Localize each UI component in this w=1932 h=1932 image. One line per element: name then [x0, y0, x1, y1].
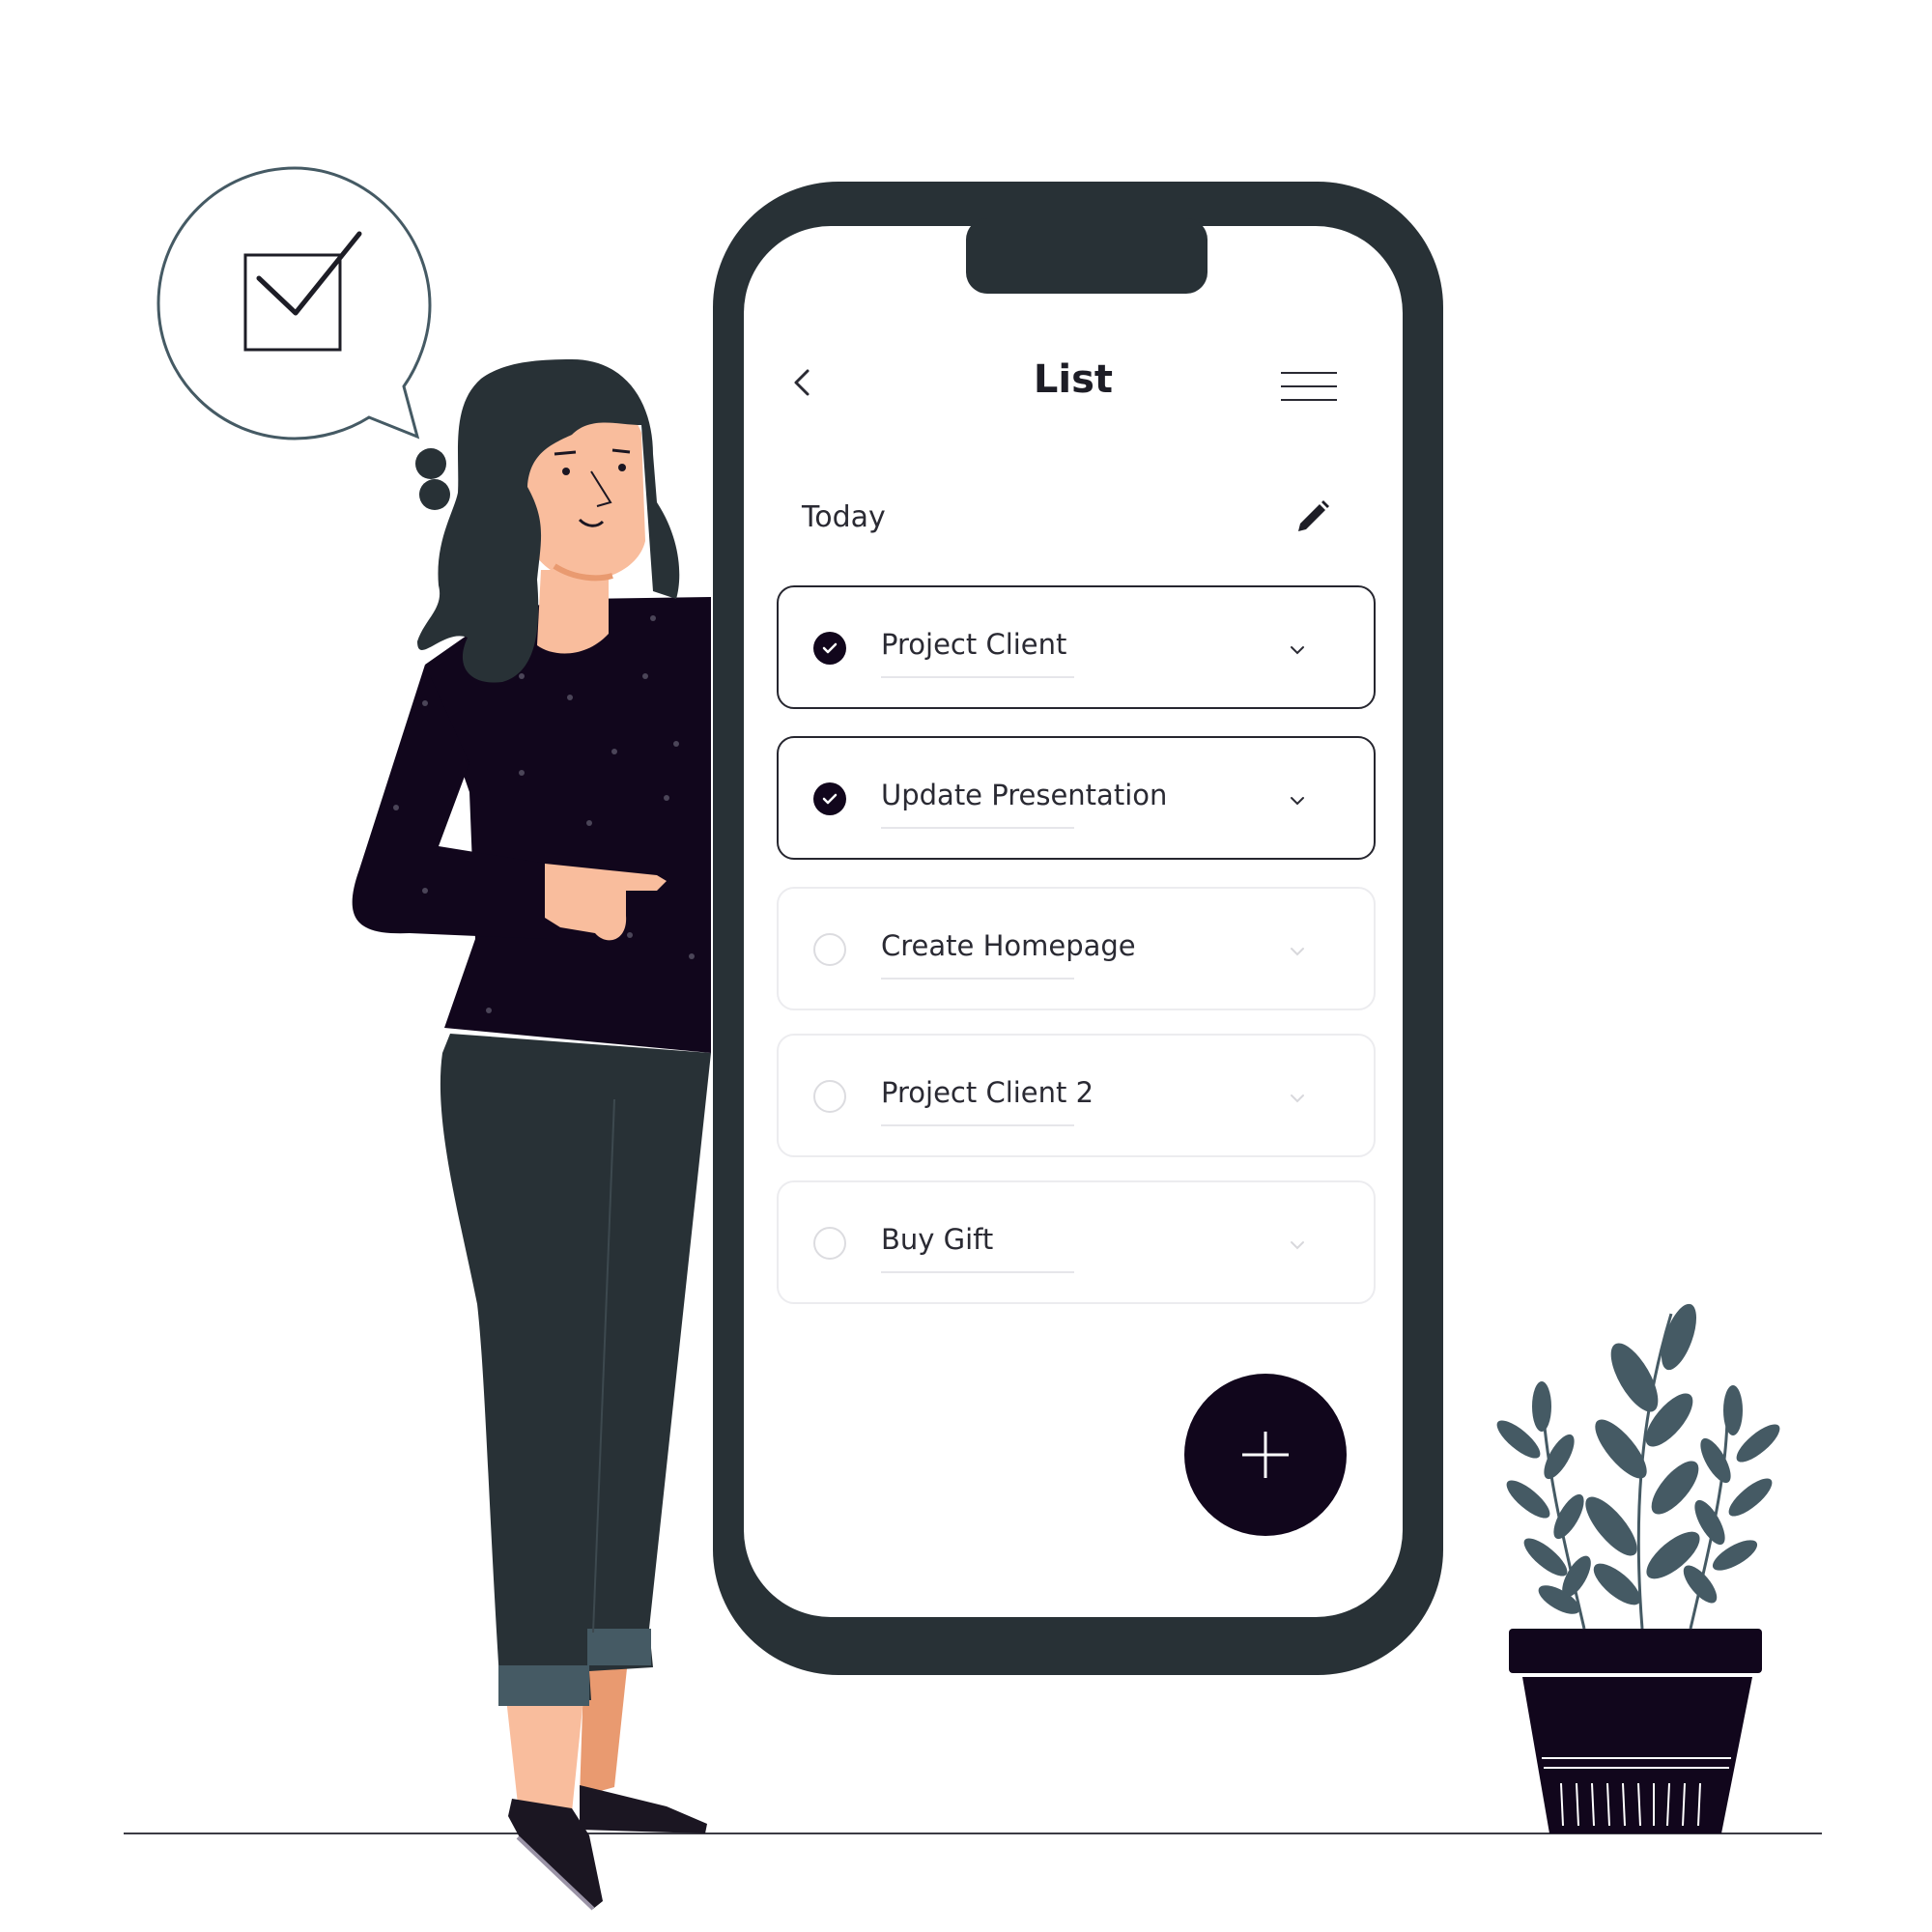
task-label: Create Homepage — [881, 929, 1136, 962]
task-item[interactable]: Project Client — [777, 585, 1376, 709]
task-checkbox[interactable] — [813, 782, 846, 815]
section-title: Today — [802, 500, 886, 534]
checkmark-icon — [822, 793, 838, 805]
task-checkbox[interactable] — [813, 1080, 846, 1113]
task-item[interactable]: Update Presentation — [777, 736, 1376, 860]
task-label: Project Client — [881, 628, 1067, 661]
chevron-down-icon[interactable] — [1287, 1088, 1308, 1109]
task-item[interactable]: Buy Gift — [777, 1180, 1376, 1304]
divider — [881, 1124, 1074, 1126]
phone-screen: List Today Project Client Update Present… — [744, 226, 1403, 1617]
task-item[interactable]: Create Homepage — [777, 887, 1376, 1010]
chevron-down-icon[interactable] — [1287, 639, 1308, 661]
divider — [881, 978, 1074, 980]
chevron-down-icon[interactable] — [1287, 941, 1308, 962]
chevron-down-icon[interactable] — [1287, 790, 1308, 811]
divider — [881, 676, 1074, 678]
chevron-down-icon[interactable] — [1287, 1235, 1308, 1256]
checkmark-icon — [822, 642, 838, 654]
task-item[interactable]: Project Client 2 — [777, 1034, 1376, 1157]
task-checkbox[interactable] — [813, 632, 846, 665]
divider — [881, 1271, 1074, 1273]
task-label: Update Presentation — [881, 779, 1168, 811]
task-label: Project Client 2 — [881, 1076, 1094, 1109]
woman-figure — [352, 359, 711, 1911]
task-label: Buy Gift — [881, 1223, 994, 1256]
speech-bubble — [156, 166, 432, 440]
add-task-button[interactable] — [1184, 1374, 1347, 1536]
plus-icon — [1242, 1432, 1289, 1478]
divider — [881, 827, 1074, 829]
pencil-icon[interactable] — [1291, 497, 1333, 539]
task-checkbox[interactable] — [813, 1227, 846, 1260]
potted-plant — [1496, 1303, 1780, 1833]
task-checkbox[interactable] — [813, 933, 846, 966]
hamburger-menu-icon[interactable] — [1279, 367, 1339, 406]
